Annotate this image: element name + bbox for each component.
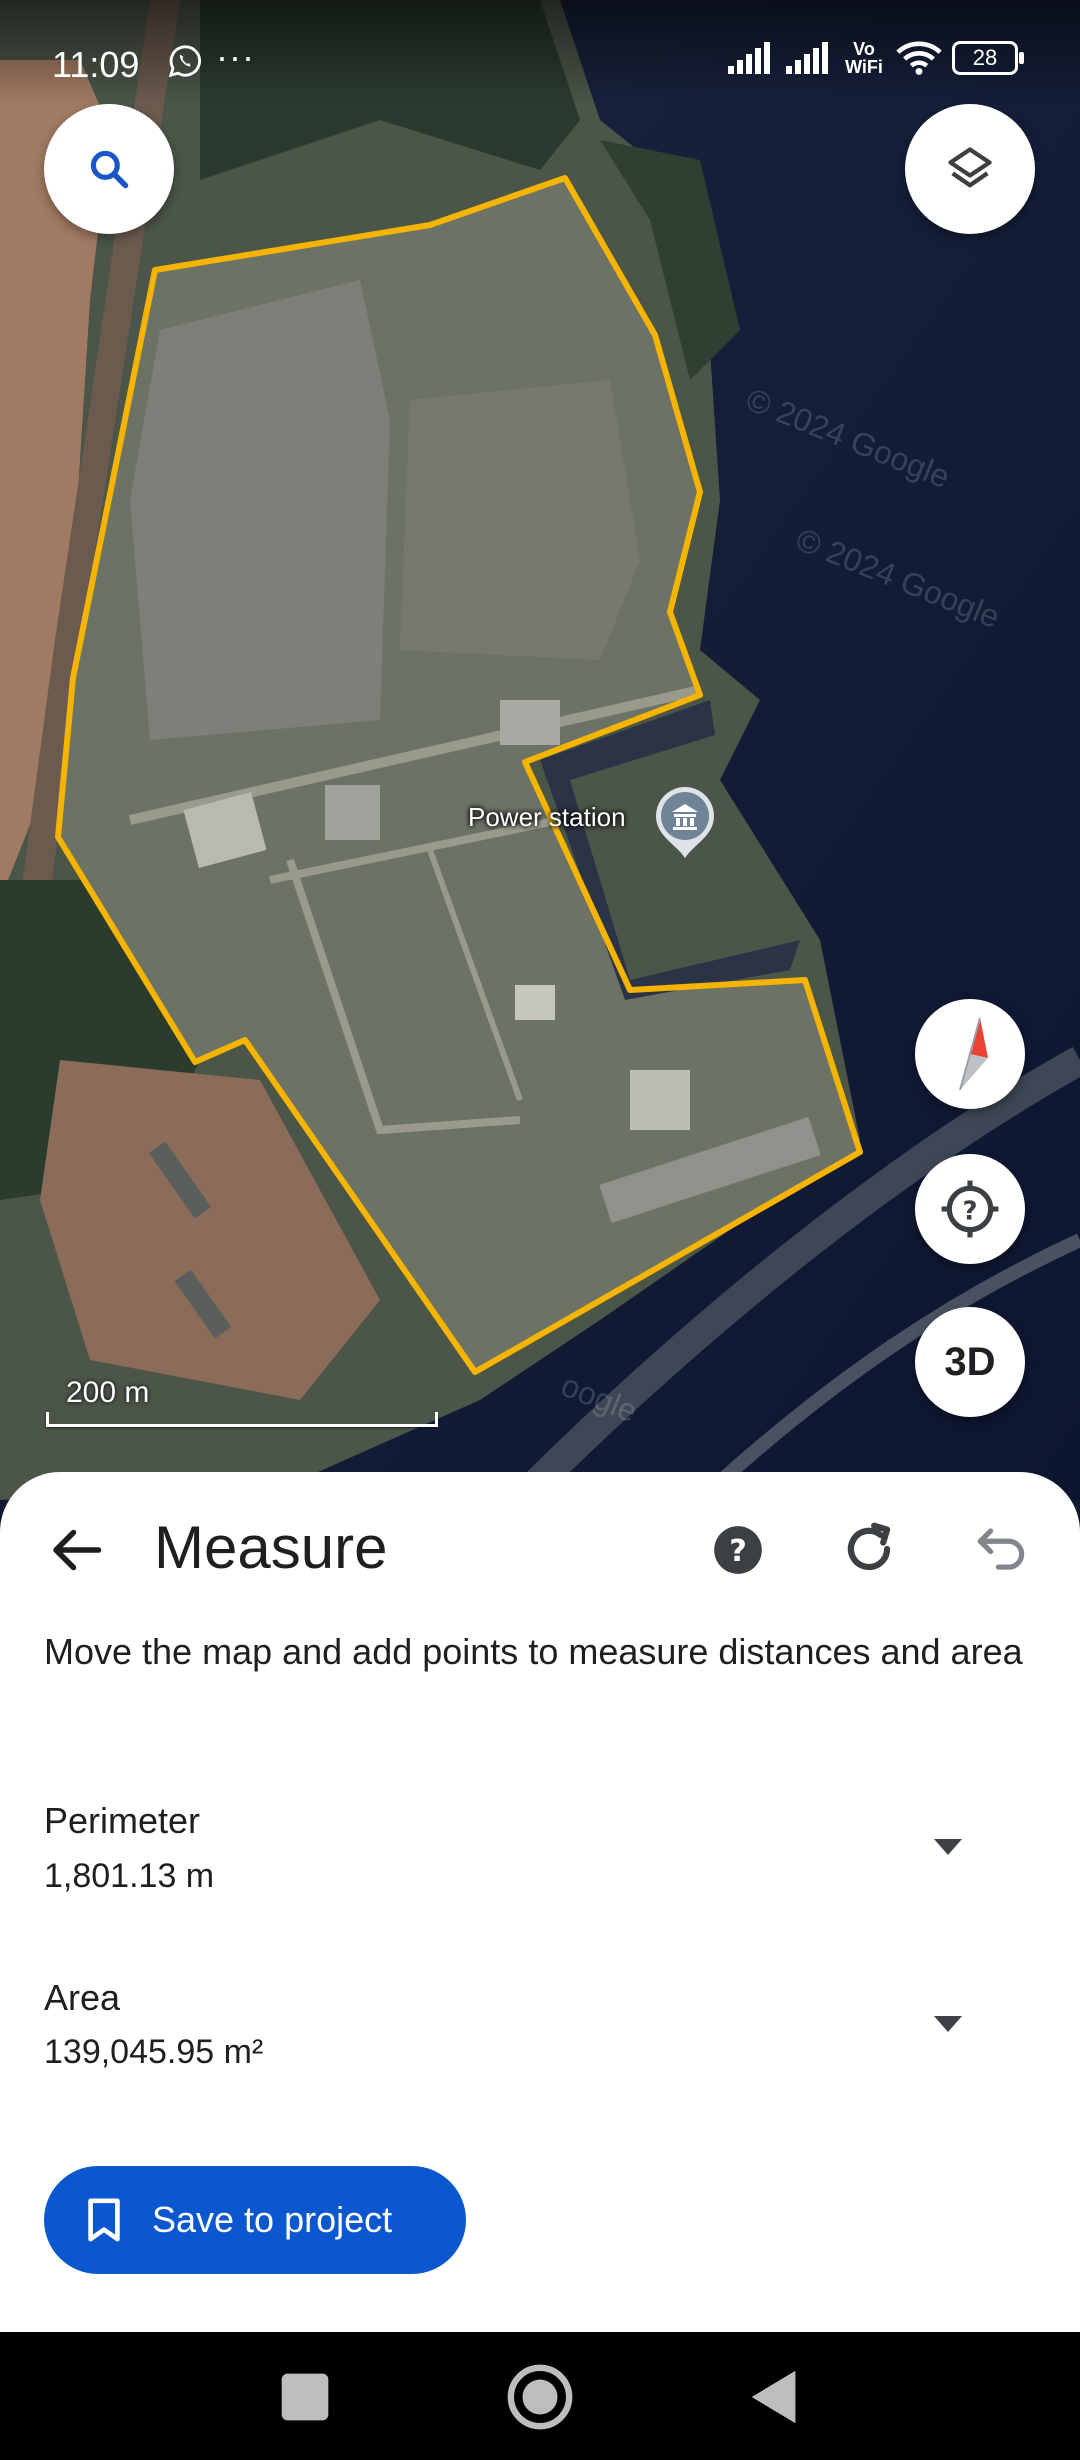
whatsapp-icon <box>168 45 201 78</box>
help-icon[interactable]: ? <box>712 1524 764 1576</box>
poi-label-power-station[interactable]: Power station <box>468 802 626 833</box>
svg-text:?: ? <box>963 1196 978 1226</box>
compass-icon <box>959 1017 988 1091</box>
perimeter-value: 1,801.13 m <box>44 1857 215 1895</box>
layers-icon <box>948 147 992 188</box>
reset-icon[interactable] <box>838 1518 900 1580</box>
more-notifications-dots: ··· <box>216 36 255 77</box>
measure-instructions: Move the map and add points to measure d… <box>44 1631 1023 1672</box>
perimeter-unit-dropdown-icon[interactable] <box>930 1835 966 1859</box>
signal-icon-2 <box>786 42 828 74</box>
wifi-icon <box>896 41 942 75</box>
perimeter-label: Perimeter <box>44 1800 201 1841</box>
sheet-title: Measure <box>154 1514 388 1581</box>
satellite-map[interactable]: © 2024 Google © 2024 Google oogle Power … <box>0 0 1080 1500</box>
scale-label: 200 m <box>66 1376 150 1409</box>
save-to-project-label: Save to project <box>152 2199 393 2240</box>
bookmark-icon <box>88 2198 120 2242</box>
battery-icon: 28 <box>952 41 1024 75</box>
status-bar: 11:09 ··· Vo WiFi 28 <box>0 0 1080 104</box>
museum-pin-icon[interactable] <box>652 784 718 860</box>
my-location-button[interactable]: ? <box>915 1154 1025 1264</box>
signal-icon <box>728 42 770 74</box>
search-icon <box>90 150 129 189</box>
search-button[interactable] <box>44 104 174 234</box>
home-icon[interactable] <box>505 2362 575 2432</box>
area-value: 139,045.95 m² <box>44 2033 264 2071</box>
save-to-project-button[interactable]: Save to project <box>44 2166 466 2274</box>
back-arrow-icon[interactable] <box>46 1520 106 1580</box>
status-time: 11:09 <box>52 44 140 85</box>
map-scale: 200 m <box>46 1376 438 1427</box>
undo-icon[interactable] <box>970 1518 1032 1580</box>
compass-button[interactable] <box>915 999 1025 1109</box>
layers-button[interactable] <box>905 104 1035 234</box>
area-label: Area <box>44 1977 121 2018</box>
area-unit-dropdown-icon[interactable] <box>930 2012 966 2036</box>
3d-toggle-button[interactable]: 3D <box>915 1307 1025 1417</box>
recent-apps-icon[interactable] <box>270 2362 340 2432</box>
scale-bar <box>46 1412 438 1427</box>
system-navigation-bar <box>0 2332 1080 2460</box>
vowifi-indicator: Vo WiFi <box>845 39 883 77</box>
location-unknown-icon: ? <box>941 1180 999 1238</box>
svg-text:?: ? <box>729 1534 747 1569</box>
back-triangle-icon[interactable] <box>740 2362 810 2432</box>
map-imagery <box>0 0 1080 1500</box>
